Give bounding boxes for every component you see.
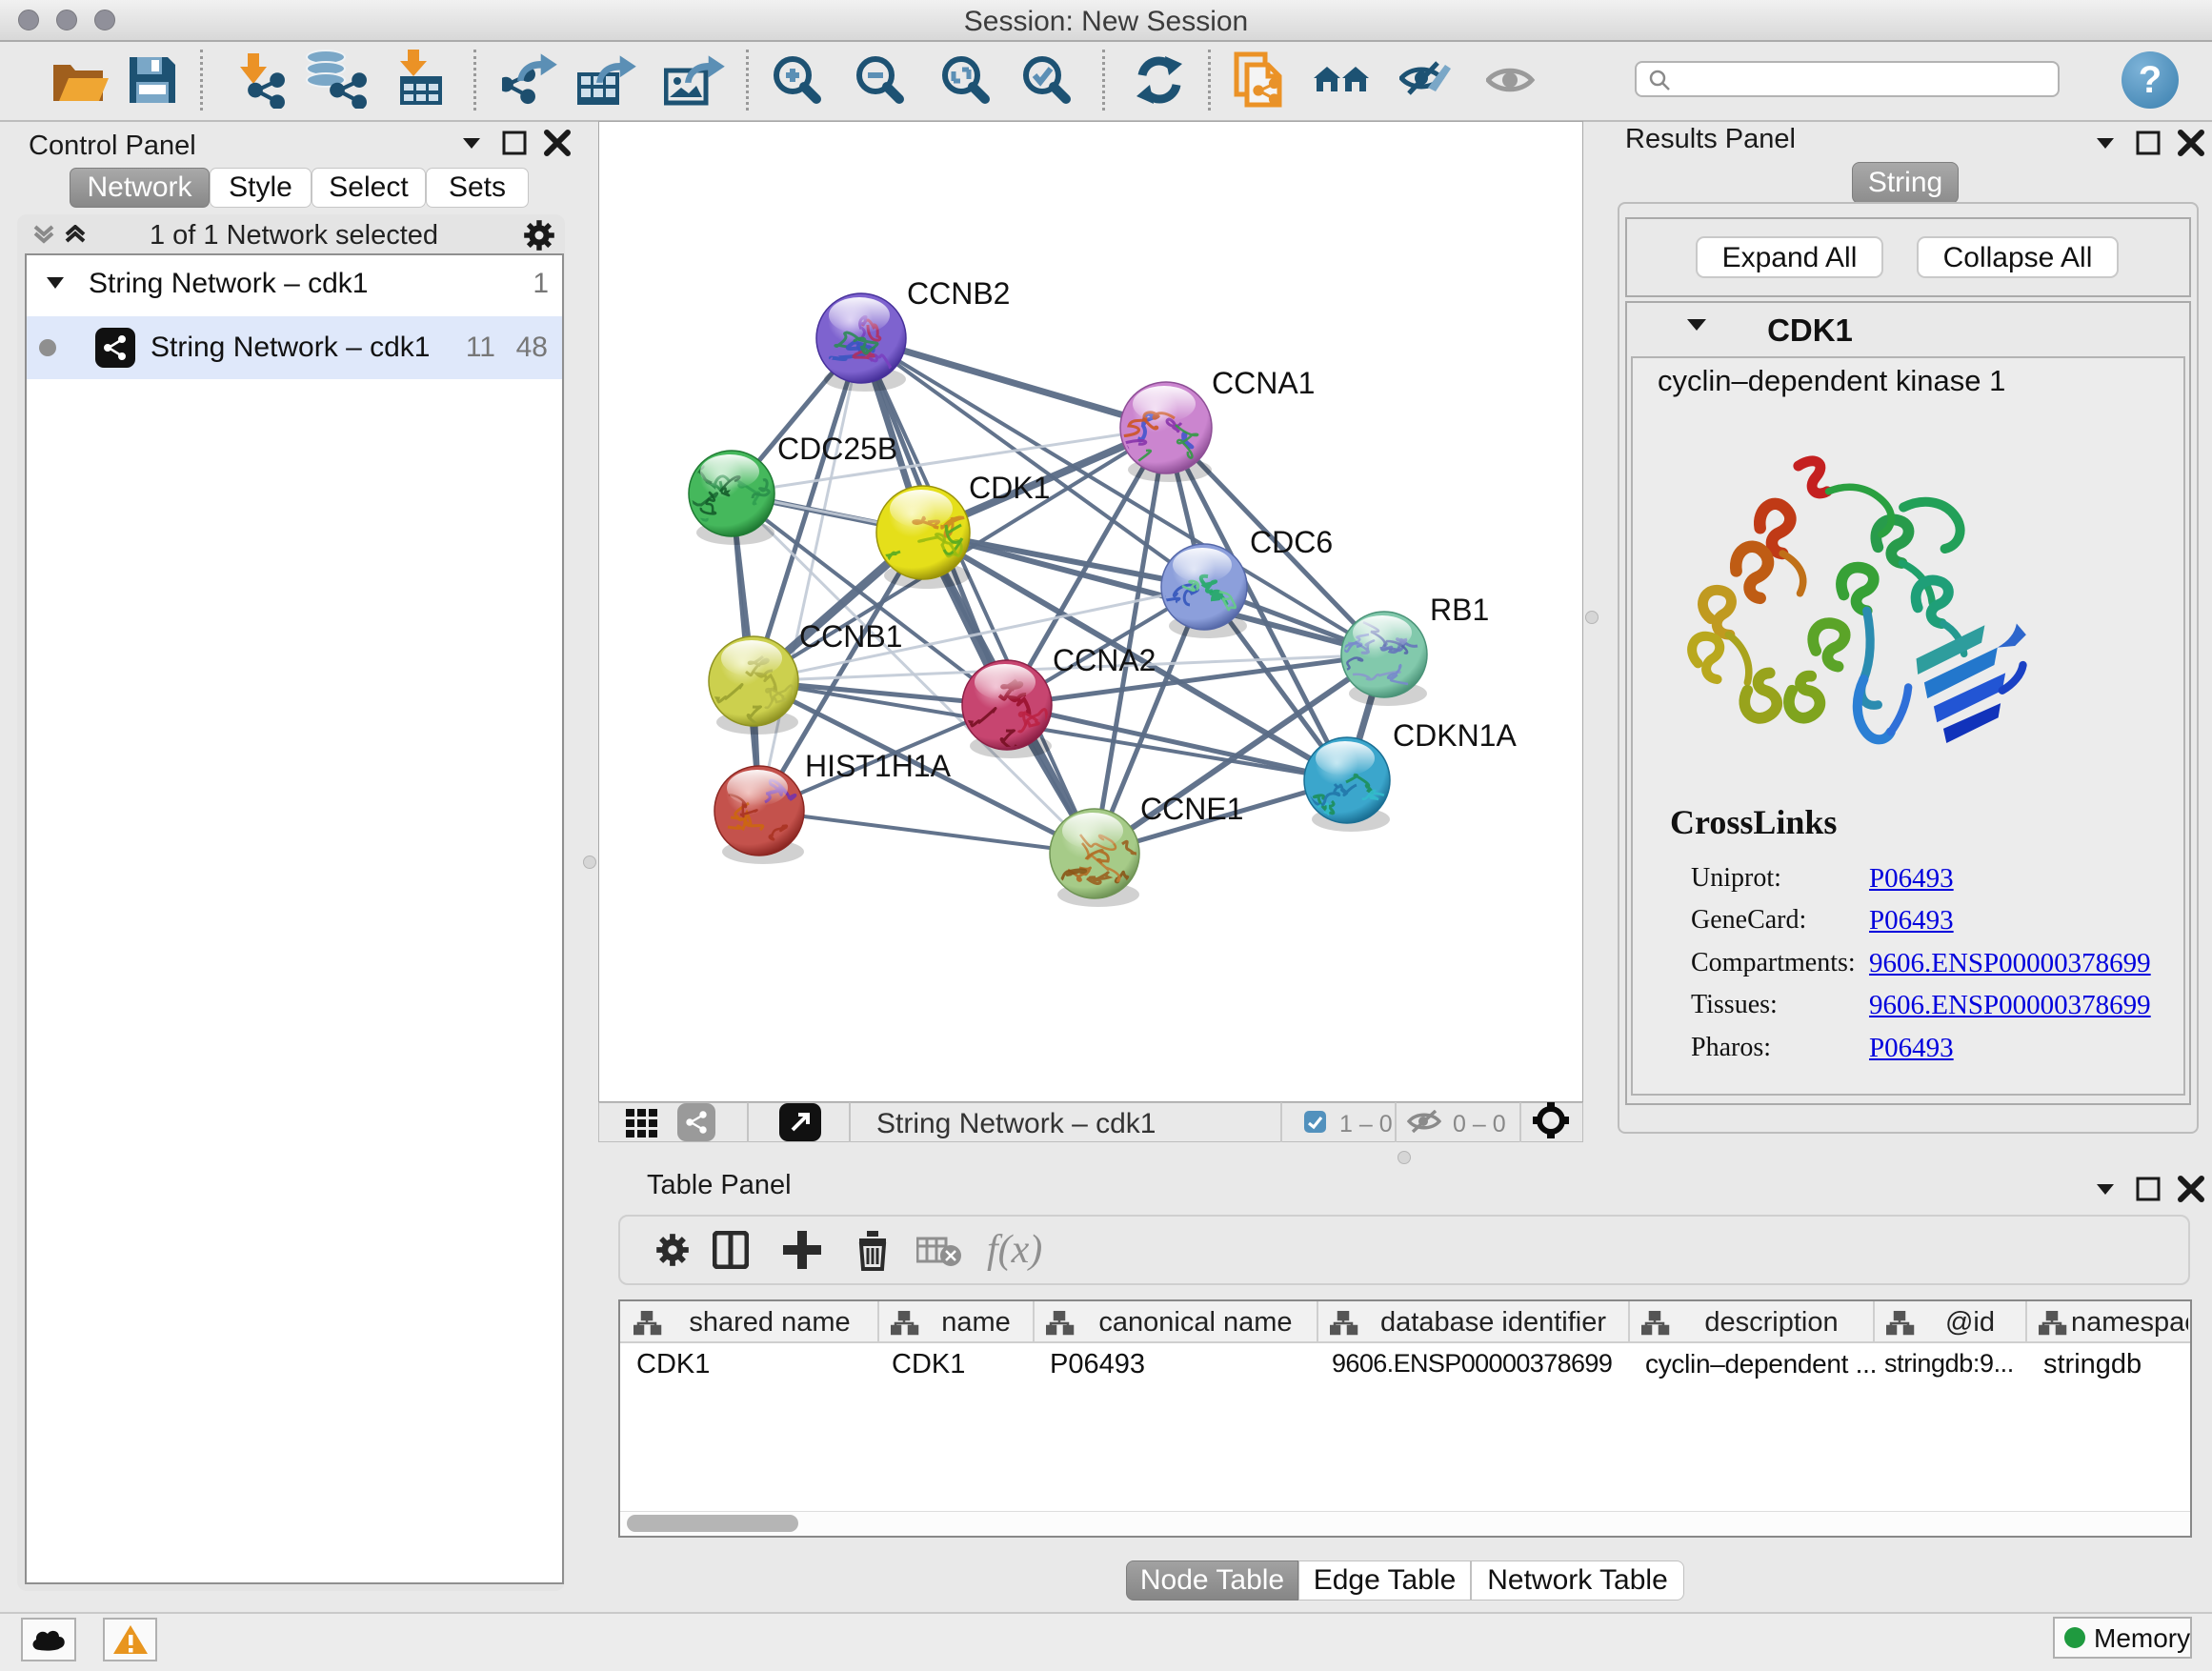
svg-text:CCNA1: CCNA1 xyxy=(1212,366,1315,400)
svg-text:CCNA2: CCNA2 xyxy=(1053,643,1156,677)
svg-text:CCNB1: CCNB1 xyxy=(799,619,902,654)
svg-text:CDKN1A: CDKN1A xyxy=(1393,718,1517,753)
svg-text:RB1: RB1 xyxy=(1430,593,1489,627)
svg-text:CCNE1: CCNE1 xyxy=(1140,792,1243,826)
svg-text:HIST1H1A: HIST1H1A xyxy=(805,749,952,783)
svg-text:CDC6: CDC6 xyxy=(1250,525,1333,559)
svg-text:CCNB2: CCNB2 xyxy=(907,276,1010,311)
svg-text:CDK1: CDK1 xyxy=(969,471,1050,505)
svg-text:CDC25B: CDC25B xyxy=(777,432,897,466)
